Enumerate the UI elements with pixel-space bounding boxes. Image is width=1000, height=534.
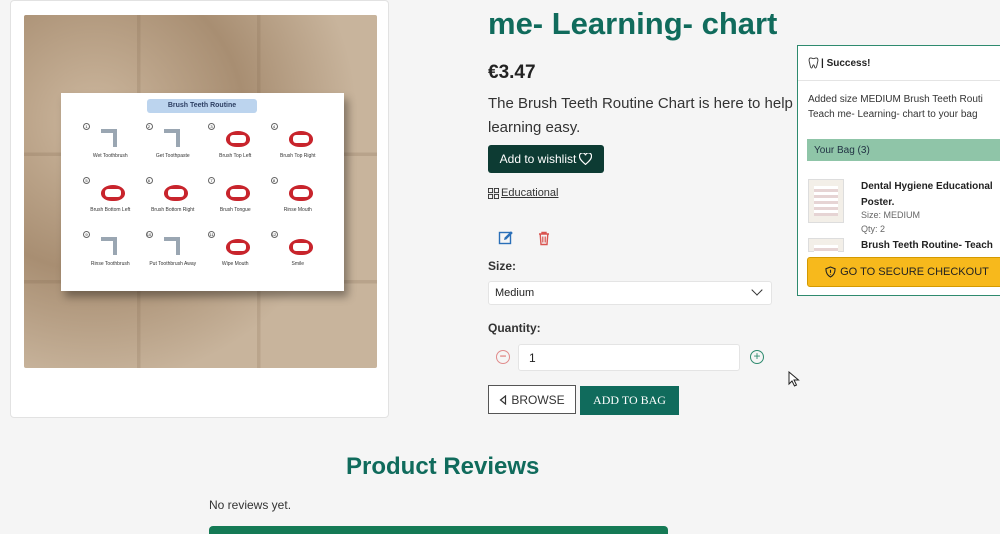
- product-description: The Brush Teeth Routine Chart is here to…: [488, 95, 793, 136]
- tooth-icon: [808, 57, 819, 69]
- poster-step: 8 Rinse Mouth: [267, 177, 330, 221]
- tap-illustration: [101, 129, 117, 147]
- decrease-quantity-button[interactable]: −: [496, 350, 510, 364]
- toast-message-line-2: Teach me- Learning- chart to your bag: [808, 109, 978, 120]
- poster-step-label: Brush Tongue: [219, 207, 251, 213]
- poster-image: Brush Teeth Routine 1 Wet Toothbrush 2 Get …: [61, 93, 344, 291]
- bag-item-name: Brush Teeth Routine- Teach: [861, 240, 993, 251]
- toast-header: | Success!: [798, 46, 1000, 81]
- poster-step: 3 Brush Top Left: [204, 123, 267, 167]
- poster-title: Brush Teeth Routine: [147, 99, 257, 113]
- poster-step-number: 4: [270, 123, 278, 130]
- poster-step-label: Brush Bottom Right: [151, 207, 195, 213]
- product-title: me- Learning- chart: [488, 6, 778, 41]
- no-reviews-text: No reviews yet.: [209, 498, 292, 512]
- poster-step: 7 Brush Tongue: [204, 177, 267, 221]
- bag-item-thumbnail: [808, 238, 844, 252]
- mouth-illustration: [226, 239, 250, 255]
- bag-item[interactable]: Brush Teeth Routine- Teach: [808, 238, 1000, 252]
- poster-step-number: 3: [208, 123, 215, 130]
- mouth-illustration: [288, 239, 313, 255]
- toast-message: Added size MEDIUM Brush Teeth Routi Teac…: [808, 92, 1000, 122]
- poster-step-number: 6: [145, 177, 153, 184]
- add-to-bag-button[interactable]: ADD TO BAG: [580, 386, 679, 415]
- poster-step-label: Put Toothbrush Away: [149, 261, 197, 267]
- shield-icon: [825, 266, 836, 278]
- category-tag[interactable]: Educational: [488, 187, 559, 199]
- poster-step-number: 5: [83, 177, 90, 184]
- tap-illustration: [163, 237, 180, 255]
- secure-checkout-button[interactable]: GO TO SECURE CHECKOUT: [807, 257, 1000, 287]
- bag-header: Your Bag (3): [807, 139, 1000, 161]
- toast-message-line-1: Added size MEDIUM Brush Teeth Routi: [808, 94, 983, 105]
- poster-step: 4 Brush Top Right: [267, 123, 330, 167]
- poster-steps: 1 Wet Toothbrush 2 Get Toothpaste 3 Brush Top…: [79, 123, 329, 275]
- quantity-input[interactable]: [518, 344, 740, 371]
- success-toast: | Success! Added size MEDIUM Brush Teeth…: [797, 45, 1000, 296]
- browse-label: BROWSE: [511, 392, 565, 407]
- edit-icon[interactable]: [498, 230, 514, 246]
- poster-step-number: 12: [270, 231, 278, 238]
- product-image-card: Brush Teeth Routine 1 Wet Toothbrush 2 Get …: [10, 0, 389, 418]
- wishlist-label: Add to wishlist: [499, 152, 577, 166]
- mouth-illustration: [226, 131, 250, 147]
- bag-item-name: Dental Hygiene Educational Poster.: [861, 181, 993, 208]
- product-photo[interactable]: Brush Teeth Routine 1 Wet Toothbrush 2 Get …: [24, 15, 377, 368]
- poster-step-number: 11: [208, 231, 215, 238]
- category-grid-icon: [488, 187, 499, 199]
- bag-item-size: Size: MEDIUM: [861, 210, 921, 220]
- product-price: €3.47: [488, 62, 536, 83]
- poster-step-number: 7: [208, 177, 215, 184]
- poster-step-number: 2: [145, 123, 153, 130]
- poster-step: 12 Smile: [267, 231, 330, 275]
- poster-step: 1 Wet Toothbrush: [79, 123, 142, 167]
- mouth-illustration: [288, 185, 313, 201]
- mouth-illustration: [101, 185, 125, 201]
- poster-step-label: Rinse Mouth: [283, 207, 312, 213]
- reviews-title: Product Reviews: [346, 453, 540, 480]
- poster-step: 11 Wipe Mouth: [204, 231, 267, 275]
- increase-quantity-button[interactable]: +: [750, 350, 764, 364]
- poster-step-label: Get Toothpaste: [155, 153, 190, 159]
- browse-button[interactable]: BROWSE: [488, 385, 576, 414]
- bag-item-qty: Qty: 2: [861, 224, 886, 234]
- tap-illustration: [163, 129, 180, 147]
- bag-item-thumbnail: [808, 179, 844, 223]
- poster-step-label: Brush Top Right: [280, 153, 316, 159]
- poster-step: 10 Put Toothbrush Away: [142, 231, 205, 275]
- poster-step: 5 Brush Bottom Left: [79, 177, 142, 221]
- category-link[interactable]: Educational: [501, 187, 559, 199]
- poster-step: 2 Get Toothpaste: [142, 123, 205, 167]
- heart-icon: [579, 153, 593, 165]
- poster-step-number: 10: [145, 231, 153, 238]
- size-select[interactable]: Medium: [488, 281, 772, 305]
- chevron-left-icon: [499, 394, 507, 405]
- mouse-cursor-icon: [788, 371, 800, 387]
- poster-step: 9 Rinse Toothbrush: [79, 231, 142, 275]
- size-selected-value: Medium: [495, 287, 535, 299]
- poster-step-label: Smile: [291, 261, 304, 267]
- quantity-label: Quantity:: [488, 321, 541, 335]
- mouth-illustration: [288, 131, 313, 147]
- mouth-illustration: [163, 185, 188, 201]
- checkout-label: GO TO SECURE CHECKOUT: [840, 266, 989, 278]
- poster-step-label: Brush Top Left: [219, 153, 252, 159]
- poster-step: 6 Brush Bottom Right: [142, 177, 205, 221]
- poster-step-label: Brush Bottom Left: [90, 207, 131, 213]
- add-to-wishlist-button[interactable]: Add to wishlist: [488, 145, 604, 173]
- tap-illustration: [101, 237, 117, 255]
- poster-step-number: 8: [270, 177, 278, 184]
- chevron-down-icon: [751, 284, 763, 296]
- toast-title: | Success!: [821, 57, 871, 69]
- write-review-button[interactable]: [209, 526, 668, 534]
- poster-step-label: Wipe Mouth: [221, 261, 249, 267]
- mouth-illustration: [226, 185, 250, 201]
- poster-step-label: Wet Toothbrush: [92, 153, 128, 159]
- poster-step-number: 9: [83, 231, 90, 238]
- poster-step-number: 1: [83, 123, 90, 130]
- size-label: Size:: [488, 259, 517, 273]
- poster-step-label: Rinse Toothbrush: [90, 261, 130, 267]
- trash-icon[interactable]: [536, 230, 552, 246]
